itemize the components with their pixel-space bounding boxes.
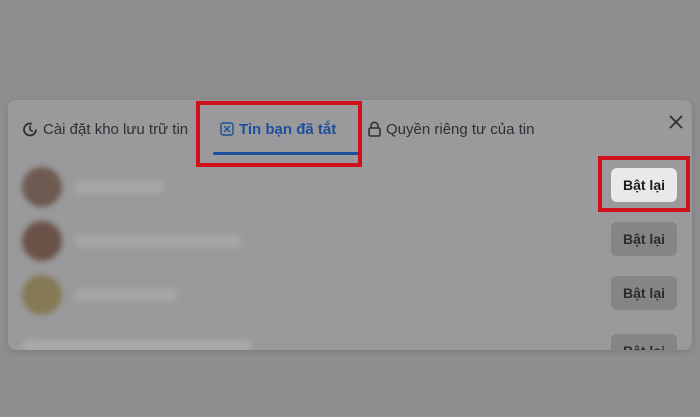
list-item: Bật lại [8, 320, 692, 350]
blurred-name [74, 234, 242, 248]
tab-story-privacy[interactable]: Quyền riêng tư của tin [368, 100, 534, 158]
avatar [22, 167, 62, 207]
avatar [22, 221, 62, 261]
muted-stories-dialog: Cài đặt kho lưu trữ tin Tin bạn đã tắt Q… [8, 100, 692, 350]
blurred-name [74, 180, 164, 194]
dialog-tab-bar: Cài đặt kho lưu trữ tin Tin bạn đã tắt Q… [8, 100, 692, 158]
active-tab-indicator [213, 152, 359, 155]
unmute-button[interactable]: Bật lại [611, 168, 677, 202]
x-box-icon [220, 122, 234, 136]
list-item: Bật lại [8, 266, 692, 320]
avatar [22, 275, 62, 315]
unmute-button[interactable]: Bật lại [611, 222, 677, 256]
close-icon [669, 115, 683, 134]
unmute-button[interactable]: Bật lại [611, 276, 677, 310]
clock-history-icon [22, 121, 38, 137]
tab-muted-stories-label: Tin bạn đã tắt [239, 120, 337, 138]
list-item: Bật lại [8, 212, 692, 266]
tab-archive-settings[interactable]: Cài đặt kho lưu trữ tin [22, 100, 188, 158]
muted-people-list: Bật lại Bật lại Bật lại Bật lại [8, 158, 692, 350]
tab-story-privacy-label: Quyền riêng tư của tin [386, 120, 535, 138]
unmute-button[interactable]: Bật lại [611, 334, 677, 350]
list-item: Bật lại [8, 158, 692, 212]
close-button[interactable] [658, 106, 692, 142]
tab-archive-settings-label: Cài đặt kho lưu trữ tin [43, 120, 189, 138]
blurred-name [74, 288, 178, 302]
blurred-name [22, 340, 252, 350]
tab-muted-stories[interactable]: Tin bạn đã tắt [220, 100, 336, 158]
lock-icon [368, 121, 381, 137]
